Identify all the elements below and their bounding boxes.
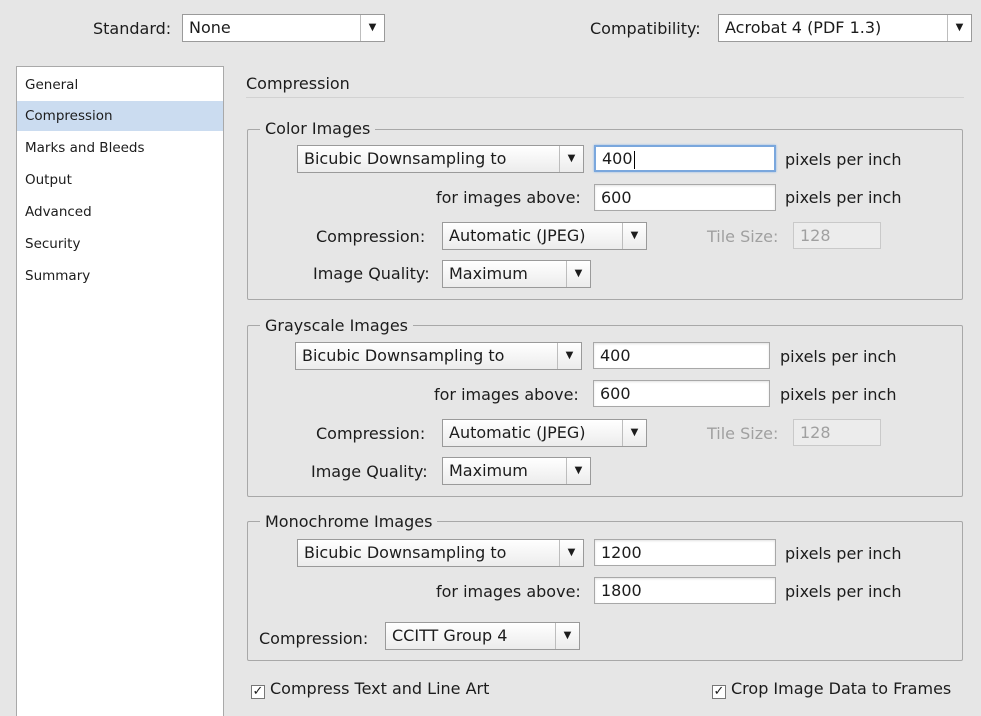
color-downsampling-select[interactable]: Bicubic Downsampling to ▼ bbox=[297, 145, 584, 173]
color-tile-size-label: Tile Size: bbox=[707, 227, 779, 246]
chevron-down-icon: ▼ bbox=[559, 146, 583, 172]
grayscale-above-unit: pixels per inch bbox=[780, 385, 897, 404]
sidebar-item-output[interactable]: Output bbox=[17, 165, 223, 195]
crop-image-option[interactable]: ✓ Crop Image Data to Frames bbox=[712, 679, 951, 699]
monochrome-above-label: for images above: bbox=[436, 582, 581, 601]
grayscale-ppi-unit: pixels per inch bbox=[780, 347, 897, 366]
sidebar-item-marks-and-bleeds[interactable]: Marks and Bleeds bbox=[17, 133, 223, 163]
compress-text-label: Compress Text and Line Art bbox=[270, 679, 490, 698]
sidebar-item-summary[interactable]: Summary bbox=[17, 261, 223, 291]
grayscale-compression-select[interactable]: Automatic (JPEG) ▼ bbox=[442, 419, 647, 447]
compress-text-option[interactable]: ✓ Compress Text and Line Art bbox=[251, 679, 489, 699]
grayscale-tile-size-input[interactable]: 128 bbox=[793, 419, 881, 446]
monochrome-ppi-unit: pixels per inch bbox=[785, 544, 902, 563]
monochrome-above-unit: pixels per inch bbox=[785, 582, 902, 601]
chevron-down-icon: ▼ bbox=[566, 261, 590, 287]
grayscale-quality-label: Image Quality: bbox=[311, 462, 428, 481]
color-tile-size-input[interactable]: 128 bbox=[793, 222, 881, 249]
monochrome-above-input[interactable]: 1800 bbox=[594, 577, 776, 604]
chevron-down-icon: ▼ bbox=[555, 623, 579, 649]
color-downsampling-value: Bicubic Downsampling to bbox=[304, 149, 507, 168]
color-above-unit: pixels per inch bbox=[785, 188, 902, 207]
grayscale-tile-size-label: Tile Size: bbox=[707, 424, 779, 443]
category-sidebar: General Compression Marks and Bleeds Out… bbox=[16, 66, 224, 716]
monochrome-downsampling-value: Bicubic Downsampling to bbox=[304, 543, 507, 562]
panel-title-divider bbox=[246, 97, 964, 98]
color-above-input[interactable]: 600 bbox=[594, 184, 776, 211]
monochrome-compression-value: CCITT Group 4 bbox=[392, 626, 508, 645]
standard-select-value: None bbox=[189, 18, 231, 37]
color-compression-select[interactable]: Automatic (JPEG) ▼ bbox=[442, 222, 647, 250]
color-ppi-input[interactable]: 400 bbox=[594, 145, 776, 172]
sidebar-item-security[interactable]: Security bbox=[17, 229, 223, 259]
sidebar-item-advanced[interactable]: Advanced bbox=[17, 197, 223, 227]
compatibility-select-value: Acrobat 4 (PDF 1.3) bbox=[725, 18, 882, 37]
color-compression-value: Automatic (JPEG) bbox=[449, 226, 586, 245]
checkmark-icon: ✓ bbox=[713, 684, 725, 699]
color-images-title: Color Images bbox=[260, 119, 376, 139]
grayscale-ppi-input[interactable]: 400 bbox=[593, 342, 770, 369]
color-ppi-value: 400 bbox=[602, 149, 633, 168]
grayscale-above-label: for images above: bbox=[434, 385, 579, 404]
color-ppi-unit: pixels per inch bbox=[785, 150, 902, 169]
grayscale-compression-value: Automatic (JPEG) bbox=[449, 423, 586, 442]
chevron-down-icon: ▼ bbox=[622, 223, 646, 249]
chevron-down-icon: ▼ bbox=[566, 458, 590, 484]
monochrome-compression-label: Compression: bbox=[259, 629, 369, 648]
chevron-down-icon: ▼ bbox=[947, 15, 971, 41]
chevron-down-icon: ▼ bbox=[557, 343, 581, 369]
compatibility-label: Compatibility: bbox=[590, 19, 701, 38]
sidebar-item-compression[interactable]: Compression bbox=[17, 101, 223, 131]
grayscale-quality-select[interactable]: Maximum ▼ bbox=[442, 457, 591, 485]
grayscale-images-title: Grayscale Images bbox=[260, 316, 414, 336]
monochrome-images-title: Monochrome Images bbox=[260, 512, 438, 532]
chevron-down-icon: ▼ bbox=[360, 15, 384, 41]
monochrome-compression-select[interactable]: CCITT Group 4 ▼ bbox=[385, 622, 580, 650]
color-quality-select[interactable]: Maximum ▼ bbox=[442, 260, 591, 288]
sidebar-item-general[interactable]: General bbox=[17, 70, 223, 100]
monochrome-downsampling-select[interactable]: Bicubic Downsampling to ▼ bbox=[297, 539, 584, 567]
grayscale-above-input[interactable]: 600 bbox=[593, 380, 770, 407]
grayscale-downsampling-value: Bicubic Downsampling to bbox=[302, 346, 505, 365]
standard-select[interactable]: None ▼ bbox=[182, 14, 385, 42]
text-caret bbox=[633, 150, 635, 169]
grayscale-downsampling-select[interactable]: Bicubic Downsampling to ▼ bbox=[295, 342, 582, 370]
chevron-down-icon: ▼ bbox=[559, 540, 583, 566]
grayscale-quality-value: Maximum bbox=[449, 461, 528, 480]
compatibility-select[interactable]: Acrobat 4 (PDF 1.3) ▼ bbox=[718, 14, 972, 42]
checkmark-icon: ✓ bbox=[252, 684, 264, 699]
color-compression-label: Compression: bbox=[316, 227, 426, 246]
crop-image-label: Crop Image Data to Frames bbox=[731, 679, 952, 698]
standard-label: Standard: bbox=[93, 19, 172, 38]
color-quality-label: Image Quality: bbox=[313, 264, 430, 283]
crop-image-checkbox[interactable]: ✓ bbox=[712, 685, 726, 699]
panel-title: Compression bbox=[246, 74, 350, 93]
compress-text-checkbox[interactable]: ✓ bbox=[251, 685, 265, 699]
color-above-label: for images above: bbox=[436, 188, 581, 207]
monochrome-ppi-input[interactable]: 1200 bbox=[594, 539, 776, 566]
color-quality-value: Maximum bbox=[449, 264, 528, 283]
grayscale-compression-label: Compression: bbox=[316, 424, 426, 443]
chevron-down-icon: ▼ bbox=[622, 420, 646, 446]
